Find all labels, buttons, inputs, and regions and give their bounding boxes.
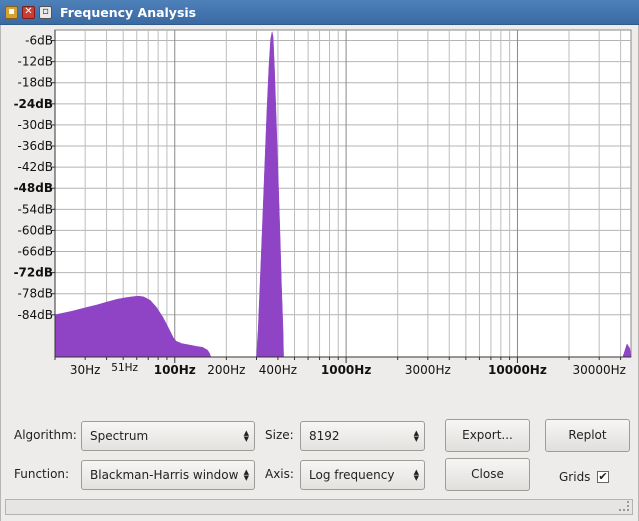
x-tick-label: 30000Hz — [572, 363, 626, 377]
algorithm-label: Algorithm: — [14, 428, 77, 442]
function-value: Blackman-Harris window — [90, 468, 239, 482]
updown-arrows-icon: ▲ ▼ — [243, 468, 249, 482]
algorithm-value: Spectrum — [90, 429, 149, 443]
x-tick-label: 3000Hz — [405, 363, 451, 377]
y-tick-label: -42dB — [18, 160, 53, 174]
spectrum-plot[interactable]: -6dB -12dB -18dB -24dB -30dB -36dB -42dB -48dB -… — [0, 0, 639, 400]
x-tick-label: 10000Hz — [488, 363, 547, 377]
y-axis: -6dB -12dB -18dB -24dB -30dB -36dB -42dB -48dB -… — [14, 30, 56, 357]
grids-label: Grids — [559, 470, 591, 484]
function-select[interactable]: Blackman-Harris window ▲ ▼ — [81, 460, 255, 490]
y-tick-label: -72dB — [14, 266, 53, 280]
y-tick-label: -54dB — [18, 202, 53, 216]
function-label: Function: — [14, 467, 70, 481]
algorithm-select[interactable]: Spectrum ▲ ▼ — [81, 421, 255, 451]
resize-grip-icon[interactable] — [619, 501, 629, 511]
x-tick-label: 51Hz — [111, 362, 138, 374]
axis-value: Log frequency — [309, 468, 395, 482]
axis-select[interactable]: Log frequency ▲ ▼ — [300, 460, 425, 490]
y-tick-label: -66dB — [18, 245, 53, 259]
x-tick-label: 400Hz — [259, 363, 297, 377]
y-tick-label: -6dB — [25, 34, 53, 48]
x-tick-label: 30Hz — [70, 363, 101, 377]
updown-arrows-icon: ▲ ▼ — [243, 429, 249, 443]
status-bar — [5, 499, 633, 515]
size-value: 8192 — [309, 429, 340, 443]
updown-arrows-icon: ▲ ▼ — [413, 429, 419, 443]
y-tick-label: -36dB — [18, 139, 53, 153]
x-tick-label: 1000Hz — [321, 363, 371, 377]
size-label: Size: — [265, 428, 294, 442]
y-tick-label: -48dB — [14, 181, 53, 195]
y-tick-label: -24dB — [14, 97, 53, 111]
axis-label: Axis: — [265, 467, 294, 481]
export-button[interactable]: Export... — [445, 419, 530, 452]
y-tick-label: -18dB — [18, 76, 53, 90]
x-tick-label: 100Hz — [154, 363, 196, 377]
y-tick-label: -84dB — [18, 308, 53, 322]
grids-checkbox[interactable]: ✔ — [597, 471, 609, 483]
close-button[interactable]: Close — [445, 458, 530, 491]
y-tick-label: -12dB — [18, 55, 53, 69]
replot-button[interactable]: Replot — [545, 419, 630, 452]
x-tick-label: 200Hz — [207, 363, 245, 377]
updown-arrows-icon: ▲ ▼ — [413, 468, 419, 482]
y-tick-label: -30dB — [18, 118, 53, 132]
x-axis: 30Hz 51Hz 100Hz 200Hz 400Hz 1000Hz 3000Hz 10000… — [54, 356, 631, 377]
size-select[interactable]: 8192 ▲ ▼ — [300, 421, 425, 451]
y-tick-label: -60dB — [18, 223, 53, 237]
y-tick-label: -78dB — [18, 287, 53, 301]
